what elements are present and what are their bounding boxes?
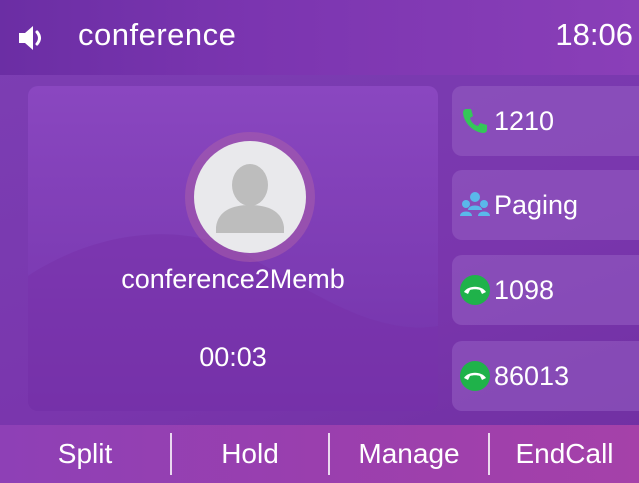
- line-key-paging[interactable]: Paging: [452, 170, 639, 240]
- line-key-label: 1098: [494, 274, 555, 305]
- line-key-label: Paging: [494, 189, 579, 220]
- line-key-86013[interactable]: 86013: [452, 341, 639, 411]
- line-key-1210[interactable]: 1210: [452, 86, 639, 156]
- phone-handset-icon: [463, 109, 487, 133]
- softkey-bar: Split Hold Manage EndCall: [0, 425, 639, 483]
- hangup-icon: [460, 361, 490, 391]
- clock-time: 18:06: [555, 17, 633, 52]
- caller-name: conference2Memb: [121, 264, 345, 294]
- hangup-icon: [460, 275, 490, 305]
- call-state-title: conference: [78, 17, 237, 52]
- avatar: [194, 141, 306, 253]
- paging-group-icon: [460, 192, 490, 216]
- status-bar: conference 18:06: [0, 0, 639, 75]
- split-button[interactable]: Split: [0, 425, 170, 483]
- active-call-panel: conference2Memb 00:03: [28, 86, 438, 411]
- call-duration: 00:03: [199, 342, 267, 372]
- speaker-icon: [19, 26, 41, 50]
- line-key-1098[interactable]: 1098: [452, 255, 639, 325]
- manage-button[interactable]: Manage: [330, 425, 488, 483]
- endcall-button[interactable]: EndCall: [490, 425, 639, 483]
- line-key-label: 86013: [494, 360, 570, 391]
- hold-button[interactable]: Hold: [172, 425, 328, 483]
- line-key-label: 1210: [494, 105, 555, 136]
- person-silhouette-icon: [216, 164, 284, 233]
